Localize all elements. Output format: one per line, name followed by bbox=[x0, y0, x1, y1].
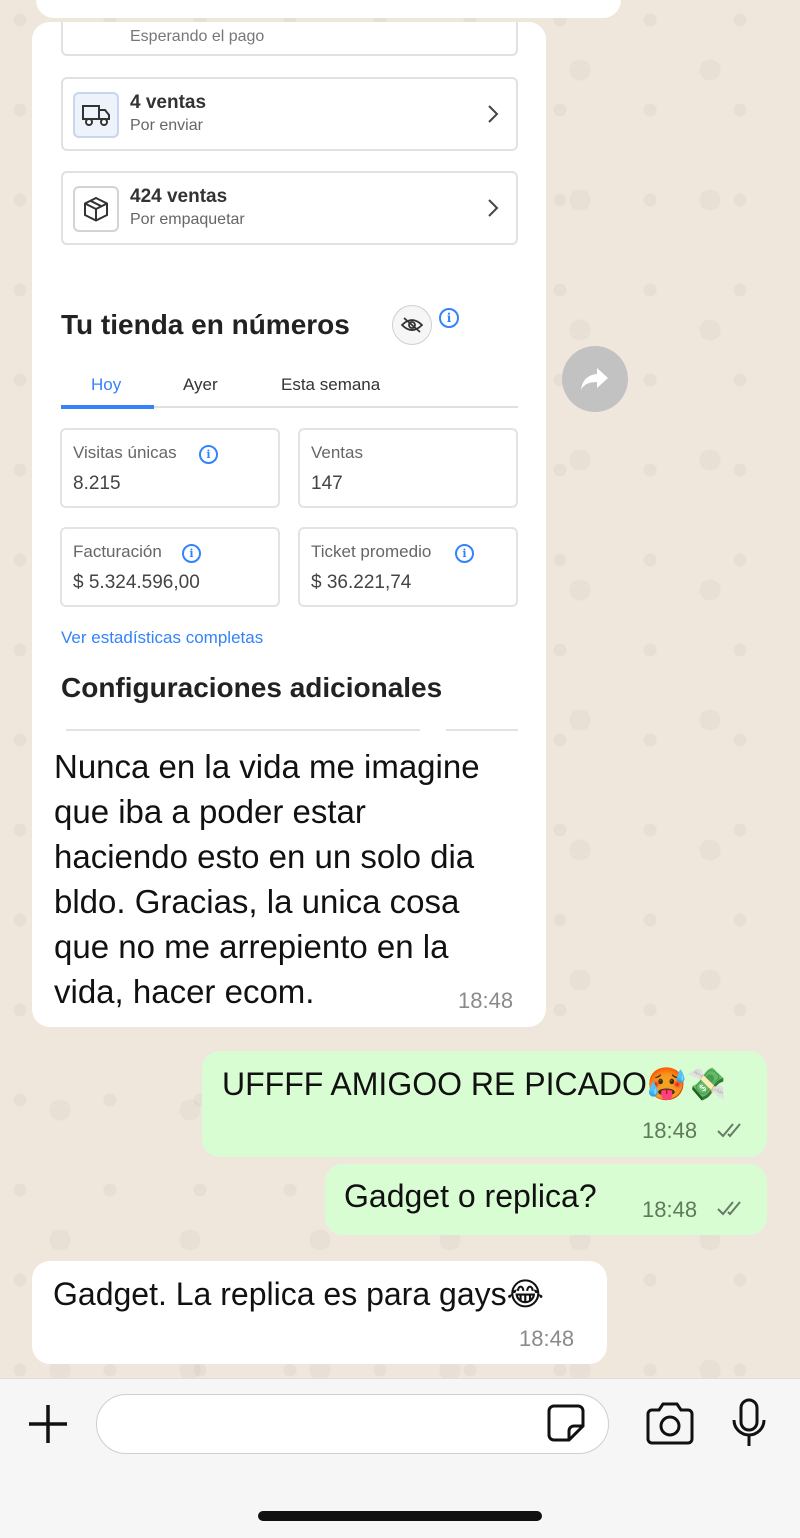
stat-value: $ 5.324.596,00 bbox=[73, 572, 200, 593]
eye-slash-icon bbox=[392, 305, 432, 345]
message-timestamp: 18:48 bbox=[519, 1326, 575, 1351]
image-message-bubble[interactable]: Esperando el pago 4 ventas Por enviar 42… bbox=[32, 22, 546, 1027]
order-card-to-pack: 424 ventas Por empaquetar bbox=[61, 171, 518, 245]
camera-icon[interactable] bbox=[644, 1401, 696, 1447]
share-arrow-icon bbox=[581, 368, 608, 390]
home-indicator[interactable] bbox=[258, 1511, 542, 1521]
active-tab-indicator bbox=[61, 405, 154, 409]
stat-card-visitas: Visitas únicas i 8.215 bbox=[60, 428, 280, 508]
stat-card-ventas: Ventas 147 bbox=[298, 428, 518, 508]
sticker-icon[interactable] bbox=[546, 1403, 586, 1443]
tab-hoy: Hoy bbox=[91, 375, 122, 394]
stat-value: $ 36.221,74 bbox=[311, 572, 412, 593]
message-timestamp: 18:48 bbox=[458, 988, 514, 1013]
info-icon: i bbox=[182, 544, 201, 563]
stats-title: Tu tienda en números bbox=[61, 309, 350, 340]
message-timestamp: 18:48 bbox=[642, 1118, 698, 1143]
chevron-right-icon bbox=[488, 199, 499, 217]
caption-line: que iba a poder estar bbox=[54, 793, 366, 830]
chevron-right-icon bbox=[488, 105, 499, 123]
card-edge bbox=[66, 729, 420, 731]
outgoing-message-bubble[interactable]: UFFFF AMIGOO RE PICADO🥵💸 18:48 bbox=[202, 1051, 767, 1157]
order-card-subtitle: Por empaquetar bbox=[130, 211, 245, 228]
stat-card-ticket: Ticket promedio i $ 36.221,74 bbox=[298, 527, 518, 607]
store-screenshot-image[interactable]: Esperando el pago 4 ventas Por enviar 42… bbox=[32, 22, 546, 732]
stat-card-facturacion: Facturación i $ 5.324.596,00 bbox=[60, 527, 280, 607]
tab-ayer: Ayer bbox=[183, 375, 218, 394]
stat-label: Ventas bbox=[311, 443, 363, 462]
stat-label: Ticket promedio bbox=[311, 542, 432, 561]
chat-area: Esperando el pago 4 ventas Por enviar 42… bbox=[0, 0, 800, 1378]
message-input[interactable] bbox=[96, 1394, 609, 1454]
truck-icon bbox=[73, 92, 119, 138]
incoming-message-bubble[interactable]: Gadget. La replica es para gays😂 18:48 bbox=[32, 1261, 607, 1364]
config-title: Configuraciones adicionales bbox=[61, 672, 443, 703]
caption-line: bldo. Gracias, la unica cosa bbox=[54, 883, 460, 920]
stat-value: 8.215 bbox=[73, 473, 121, 494]
order-card-subtitle: Esperando el pago bbox=[130, 28, 265, 45]
card-edge bbox=[446, 729, 518, 731]
tab-esta-semana: Esta semana bbox=[281, 375, 381, 394]
read-receipt-icon bbox=[717, 1201, 741, 1216]
order-card-subtitle: Por enviar bbox=[130, 117, 203, 134]
plus-icon[interactable] bbox=[26, 1402, 70, 1446]
caption-line: vida, hacer ecom. bbox=[54, 973, 315, 1010]
box-icon bbox=[73, 186, 119, 232]
forward-button[interactable] bbox=[562, 346, 628, 412]
previous-message-edge bbox=[36, 0, 621, 18]
stats-link: Ver estadísticas completas bbox=[61, 628, 264, 647]
message-caption: Nunca en la vida me imagine que iba a po… bbox=[54, 744, 524, 1014]
stat-label: Visitas únicas bbox=[73, 443, 177, 462]
message-text: UFFFF AMIGOO RE PICADO🥵💸 bbox=[222, 1066, 727, 1102]
stat-label: Facturación bbox=[73, 542, 162, 561]
order-card-title: 4 ventas bbox=[130, 92, 207, 113]
order-card-to-ship: 4 ventas Por enviar bbox=[61, 77, 518, 151]
caption-line: haciendo esto en un solo dia bbox=[54, 838, 475, 875]
stat-value: 147 bbox=[311, 473, 343, 494]
message-text: Gadget o replica? bbox=[344, 1178, 597, 1214]
caption-line: Nunca en la vida me imagine bbox=[54, 748, 480, 785]
read-receipt-icon bbox=[717, 1123, 741, 1138]
order-card-waiting-payment: Esperando el pago bbox=[61, 22, 518, 56]
message-timestamp: 18:48 bbox=[642, 1197, 698, 1222]
info-icon: i bbox=[455, 544, 474, 563]
message-text: Gadget. La replica es para gays😂 bbox=[53, 1276, 544, 1312]
microphone-icon[interactable] bbox=[730, 1398, 768, 1448]
outgoing-message-bubble[interactable]: Gadget o replica? 18:48 bbox=[325, 1164, 767, 1235]
info-icon: i bbox=[199, 445, 218, 464]
info-icon: i bbox=[439, 308, 459, 328]
caption-line: que no me arrepiento en la bbox=[54, 928, 449, 965]
order-card-title: 424 ventas bbox=[130, 186, 228, 207]
